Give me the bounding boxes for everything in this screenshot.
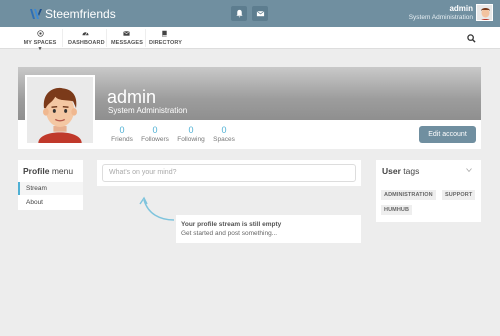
chevron-down-icon[interactable] [466,167,472,173]
nav-divider [145,29,146,47]
user-role: System Administration [408,14,473,21]
bell-icon [235,9,243,18]
logo-icon [30,8,42,19]
nav-my-spaces[interactable]: MY SPACES ▾ [22,30,58,52]
dot-circle-icon [36,30,44,37]
stat-label: Friends [111,136,133,143]
nav-divider [106,29,107,47]
nav-messages[interactable]: MESSAGES [111,30,143,46]
tag-humhub[interactable]: HUMHUB [381,205,413,215]
user-tags-title: User tags [382,166,420,176]
stat-spaces[interactable]: 0 Spaces [213,125,235,143]
notifications-button[interactable] [231,6,247,21]
nav-label: MESSAGES [111,40,143,46]
brand-name: Steemfriends [45,6,116,21]
edit-account-button[interactable]: Edit account [419,126,476,143]
search-icon[interactable] [467,34,476,43]
brand-logo[interactable]: Steemfriends [30,6,116,21]
stat-value: 0 [221,125,227,135]
post-form: What's on your mind? [97,160,361,186]
empty-stream-subtitle: Get started and post something... [181,230,278,237]
profile-menu-title: Profile menu [23,166,74,176]
menu-item-stream[interactable]: Stream [18,182,83,195]
tag-administration[interactable]: ADMINISTRATION [381,190,436,200]
nav-dashboard[interactable]: DASHBOARD [68,30,105,46]
post-input[interactable]: What's on your mind? [102,164,356,182]
stat-value: 0 [152,125,158,135]
stat-label: Following [177,136,205,143]
profile-header: admin System Administration 0 Friends 0 … [18,67,481,149]
stat-label: Spaces [213,136,235,143]
stat-friends[interactable]: 0 Friends [110,125,134,143]
tachometer-icon [81,32,89,36]
nav-label: MY SPACES ▾ [23,40,57,52]
nav-label: DIRECTORY [149,40,182,46]
curved-arrow-icon [139,196,175,221]
avatar[interactable] [476,4,493,21]
stat-value: 0 [119,125,125,135]
profile-avatar[interactable] [25,75,95,145]
stat-followers[interactable]: 0 Followers [140,125,170,143]
user-tags-panel: User tags ADMINISTRATION SUPPORT HUMHUB [376,160,481,222]
profile-avatar-image [27,77,93,143]
profile-menu: Profile menu Stream About [18,160,83,210]
nav-divider [62,29,63,47]
stat-following[interactable]: 0 Following [177,125,205,143]
top-bar: Steemfriends admin System Administration [0,0,500,27]
envelope-icon [256,10,264,17]
messages-button[interactable] [252,6,268,21]
stat-value: 0 [188,125,194,135]
nav-label: DASHBOARD [68,40,105,46]
profile-role: System Administration [108,106,188,115]
empty-stream-title: Your profile stream is still empty [181,221,282,228]
profile-name: admin [107,87,157,107]
user-menu[interactable]: admin System Administration [409,5,473,22]
nav-directory[interactable]: DIRECTORY [149,30,182,46]
nav-bar: MY SPACES ▾ DASHBOARD MESSAGES DIRECTORY [0,27,500,52]
user-name: admin [449,4,473,13]
menu-item-about[interactable]: About [18,196,83,209]
avatar-image [477,5,492,20]
book-icon [162,30,167,37]
envelope-icon [122,31,130,36]
tag-support[interactable]: SUPPORT [442,190,476,200]
stat-label: Followers [141,136,169,143]
empty-stream-notice: Your profile stream is still empty Get s… [176,215,361,243]
